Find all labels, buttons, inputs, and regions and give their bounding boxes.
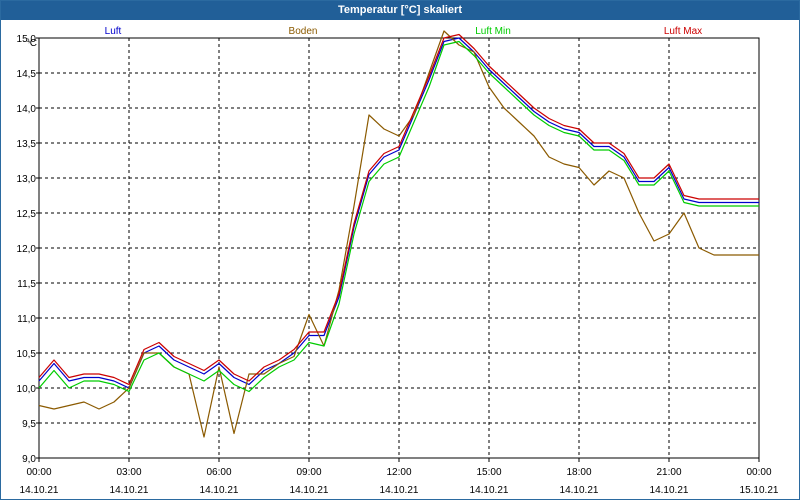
x-tick-date-label: 14.10.21	[560, 485, 599, 496]
grid-lines	[38, 37, 760, 459]
y-tick-label: 11,0	[17, 314, 36, 325]
x-tick-date-label: 14.10.21	[290, 485, 329, 496]
temperature-chart: Luft Boden Luft Min Luft Max °C 9,09,510,01…	[17, 26, 779, 496]
legend-entry: Luft Max	[664, 26, 702, 37]
legend-entry: Boden	[289, 26, 318, 37]
x-tick-date-label: 14.10.21	[20, 485, 59, 496]
y-tick-label: 12,5	[17, 209, 37, 220]
y-tick-label: 10,5	[17, 349, 37, 360]
x-tick-time-label: 00:00	[26, 467, 51, 478]
y-tick-label: 14,0	[17, 104, 37, 115]
x-axis: 00:00 14.10.21 03:00 14.10.21 06:00 14.10.21 0…	[20, 458, 779, 496]
x-tick-time-label: 06:00	[206, 467, 231, 478]
y-tick-label: 9,0	[22, 454, 36, 465]
x-tick-date-label: 15.10.21	[740, 485, 779, 496]
legend-entry: Luft Min	[475, 26, 511, 37]
y-axis: °C 9,09,510,010,511,011,512,012,513,013,…	[17, 34, 39, 465]
x-tick-date-label: 14.10.21	[200, 485, 239, 496]
legend-entry: Luft	[105, 26, 122, 37]
legend: Luft Boden Luft Min Luft Max	[105, 26, 703, 37]
x-tick-time-label: 12:00	[386, 467, 411, 478]
x-tick-date-label: 14.10.21	[650, 485, 689, 496]
y-tick-label: 10,0	[17, 384, 37, 395]
x-tick-time-label: 00:00	[746, 467, 771, 478]
y-tick-label: 13,5	[17, 139, 37, 150]
x-tick-date-label: 14.10.21	[470, 485, 509, 496]
x-tick-date-label: 14.10.21	[380, 485, 419, 496]
y-tick-label: 9,5	[22, 419, 36, 430]
x-tick-time-label: 18:00	[566, 467, 591, 478]
x-tick-time-label: 03:00	[116, 467, 141, 478]
window-title: Temperatur [°C] skaliert	[1, 1, 799, 20]
y-tick-label: 14,5	[17, 69, 37, 80]
y-tick-label: 15,0	[17, 34, 37, 45]
x-tick-time-label: 15:00	[476, 467, 501, 478]
x-tick-date-label: 14.10.21	[110, 485, 149, 496]
x-tick-time-label: 21:00	[656, 467, 681, 478]
y-tick-label: 11,5	[17, 279, 36, 290]
x-tick-time-label: 09:00	[296, 467, 321, 478]
y-tick-label: 12,0	[17, 244, 37, 255]
y-tick-label: 13,0	[17, 174, 37, 185]
